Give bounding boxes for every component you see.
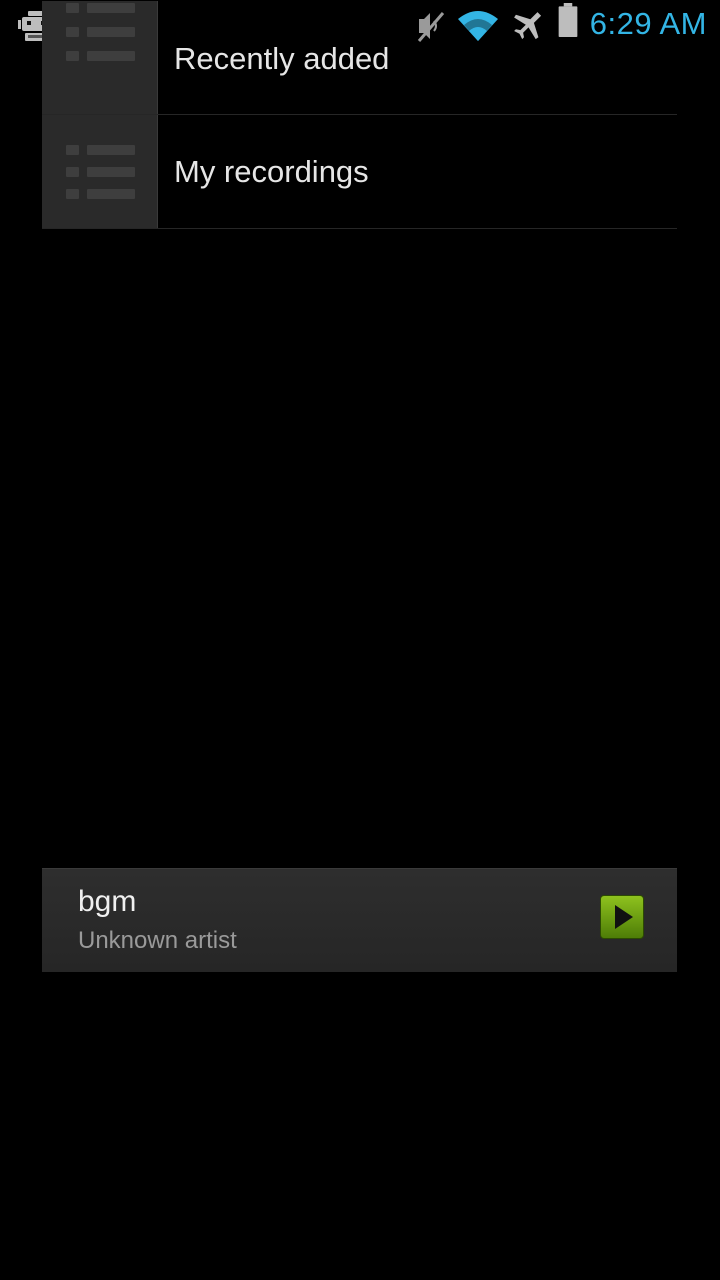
list-item-label: My recordings — [174, 154, 369, 189]
play-button[interactable] — [600, 895, 644, 939]
list-item-label: Recently added — [174, 41, 390, 76]
now-playing-bar[interactable]: bgm Unknown artist — [42, 868, 677, 972]
track-artist: Unknown artist — [78, 927, 237, 954]
list-item-my-recordings[interactable]: My recordings — [42, 115, 677, 229]
play-icon — [615, 905, 633, 929]
playlist-icon — [42, 1, 158, 114]
playlist-icon — [42, 115, 158, 228]
list-item-recently-added[interactable]: Recently added — [42, 1, 677, 115]
track-title: bgm — [78, 885, 137, 918]
